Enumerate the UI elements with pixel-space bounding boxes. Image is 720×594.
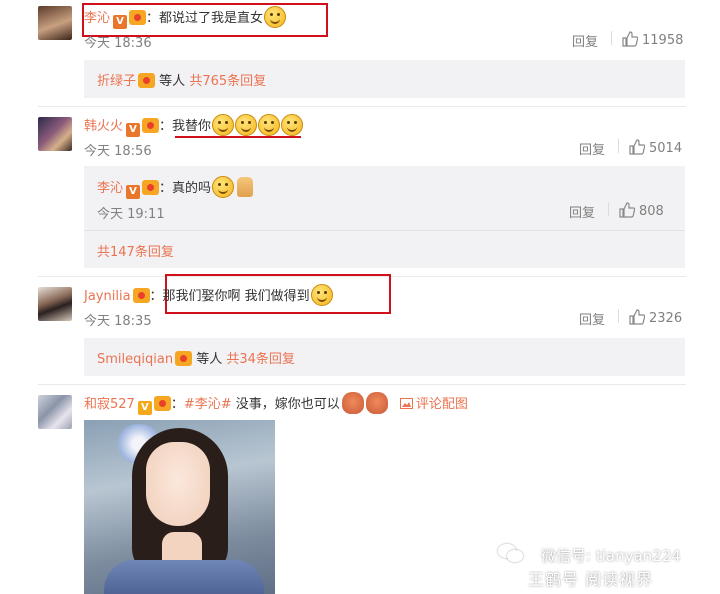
comment-picture-label: 评论配图 xyxy=(415,397,468,412)
verified-badge-icon: V xyxy=(137,401,152,415)
avatar[interactable] xyxy=(38,395,72,429)
like-button[interactable]: 11958 xyxy=(622,31,683,48)
highlight-underline xyxy=(175,136,301,138)
emoji-icon xyxy=(341,392,364,414)
like-count: 5014 xyxy=(649,141,683,156)
vip-badge-icon xyxy=(129,10,147,25)
reply-count-link[interactable]: 共765条回复 xyxy=(189,74,266,89)
dress xyxy=(104,560,264,594)
summary-text: 等人 xyxy=(159,74,186,89)
divider xyxy=(608,202,609,216)
vip-badge-icon xyxy=(138,73,156,88)
comment-header: Jaynilia ：那我们娶你啊 我们做得到 xyxy=(84,284,333,307)
verified-badge-icon: V xyxy=(126,185,141,199)
reply-button[interactable]: 回复 xyxy=(572,31,598,50)
thumbs-up-emoji-icon xyxy=(237,177,254,197)
face xyxy=(146,442,210,526)
comment-author[interactable]: 韩火火 xyxy=(84,119,123,134)
comment-text: ：都说过了我是直女 xyxy=(146,11,264,26)
comment-author[interactable]: 李沁 xyxy=(84,11,110,26)
image-icon xyxy=(399,398,413,409)
thumbs-up-icon xyxy=(629,309,645,325)
vip-badge-icon xyxy=(153,396,171,411)
emoji-icon xyxy=(235,114,258,136)
like-count: 11958 xyxy=(642,33,684,48)
comment-header: 和寂527 V ：#李沁# 没事，嫁你也可以 评论配图 xyxy=(84,392,468,415)
laughing-emoji-icon xyxy=(310,284,333,306)
comment-time: 今天 18:35 xyxy=(84,314,152,329)
like-count: 808 xyxy=(639,204,664,219)
emoji-icon xyxy=(212,114,235,136)
divider xyxy=(38,384,686,385)
subreply-text: ：真的吗 xyxy=(159,181,212,196)
divider xyxy=(611,31,612,45)
comment-author[interactable]: 和寂527 xyxy=(84,397,135,412)
summary-user[interactable]: 折绿子 xyxy=(97,74,136,89)
vip-badge-icon xyxy=(142,118,160,133)
comment-header: 韩火火 V ：我替你 xyxy=(84,114,304,137)
subreply-author[interactable]: 李沁 xyxy=(97,181,123,196)
comment-text: ：那我们娶你啊 我们做得到 xyxy=(149,289,310,304)
subreply-time: 今天 19:11 xyxy=(97,207,165,222)
reply-summary[interactable]: 折绿子 等人 共765条回复 xyxy=(84,60,685,98)
verified-badge-icon: V xyxy=(113,15,128,29)
reply-button[interactable]: 回复 xyxy=(579,139,605,158)
thumbs-up-icon xyxy=(629,139,645,155)
divider xyxy=(618,309,619,323)
watermark-text: 微信号: tianyan224 xyxy=(541,547,681,565)
avatar[interactable] xyxy=(38,287,72,321)
topic-link[interactable]: #李沁# xyxy=(184,397,232,412)
avatar[interactable] xyxy=(38,117,72,151)
comment-header: 李沁 V ：都说过了我是直女 xyxy=(84,6,287,29)
comment-time: 今天 18:36 xyxy=(84,36,152,51)
reply-button[interactable]: 回复 xyxy=(579,309,605,328)
subreply-box: 李沁 V ：真的吗 今天 19:11 回复 808 共147条回复 xyxy=(84,166,685,268)
emoji-icon xyxy=(264,6,287,28)
wechat-logo-icon xyxy=(498,542,524,564)
vip-badge-icon xyxy=(142,180,160,195)
verified-badge-icon: V xyxy=(126,123,141,137)
laughing-emoji-icon xyxy=(212,176,235,198)
comment-picture-link[interactable]: 评论配图 xyxy=(399,397,468,412)
summary-text: 等人 xyxy=(196,352,223,367)
comment-image[interactable] xyxy=(84,420,275,594)
emoji-icon xyxy=(281,114,304,136)
vip-badge-icon xyxy=(175,351,193,366)
divider xyxy=(84,230,685,231)
summary-user[interactable]: Smileqiqian xyxy=(97,352,173,367)
comment-text-prefix: ： xyxy=(159,119,173,134)
comment-time: 今天 18:56 xyxy=(84,144,152,159)
divider xyxy=(618,139,619,153)
emoji-icon xyxy=(365,392,388,414)
like-button[interactable]: 808 xyxy=(619,202,664,219)
reply-summary[interactable]: Smileqiqian 等人 共34条回复 xyxy=(84,338,685,376)
comment-author[interactable]: Jaynilia xyxy=(84,289,131,304)
reply-count-link[interactable]: 共147条回复 xyxy=(97,241,174,260)
divider xyxy=(38,106,686,107)
thumbs-up-icon xyxy=(619,202,635,218)
comment-text: 没事，嫁你也可以 xyxy=(231,397,340,412)
like-button[interactable]: 5014 xyxy=(629,139,682,156)
like-button[interactable]: 2326 xyxy=(629,309,682,326)
reply-count-link[interactable]: 共34条回复 xyxy=(226,352,295,367)
thumbs-up-icon xyxy=(622,31,638,47)
avatar[interactable] xyxy=(38,6,72,40)
emoji-icon xyxy=(258,114,281,136)
reply-button[interactable]: 回复 xyxy=(569,202,595,221)
comment-text: 我替你 xyxy=(172,119,212,134)
subreply-header: 李沁 V ：真的吗 xyxy=(97,176,254,199)
watermark-account: 王鹤号 阅读视界 xyxy=(528,570,654,589)
like-count: 2326 xyxy=(649,311,683,326)
vip-badge-icon xyxy=(132,288,150,303)
